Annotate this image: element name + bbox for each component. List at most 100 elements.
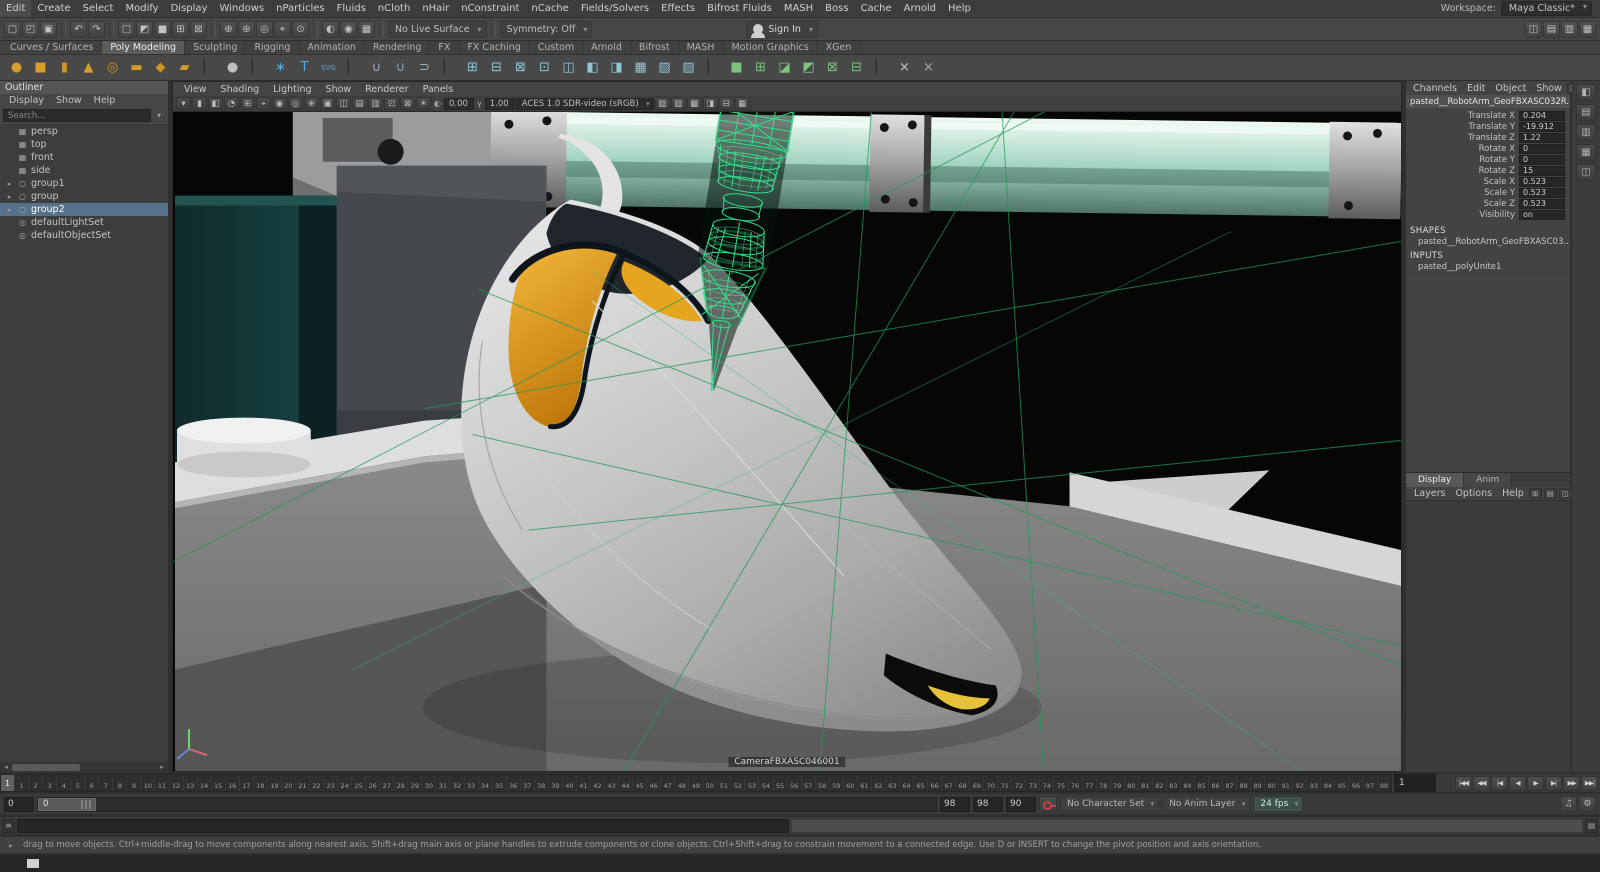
attribute-value-field[interactable]: 0.523 xyxy=(1519,187,1565,198)
viewport-toolbar-icon[interactable]: ◉ xyxy=(272,97,287,110)
viewport-toolbar-icon[interactable]: ◎ xyxy=(288,97,303,110)
file-icon[interactable]: ▣ xyxy=(40,20,57,38)
shelf-tool-icon[interactable]: ▬ xyxy=(125,56,148,79)
undo-redo-icon[interactable]: ↷ xyxy=(88,20,105,38)
shelf-tool-icon[interactable]: ⊟ xyxy=(485,56,508,79)
colorspace-dropdown[interactable]: ACES 1.0 SDR-video (sRGB) xyxy=(515,97,654,110)
layer-editor-menu-item[interactable]: Layers xyxy=(1409,488,1450,499)
channel-attribute-row[interactable]: Scale Y 0.523 xyxy=(1406,187,1570,198)
outliner-menu-item[interactable]: Show xyxy=(50,95,88,106)
shelf-tab[interactable]: XGen xyxy=(818,41,861,54)
playback-button[interactable]: ◀◀ xyxy=(1473,775,1490,791)
selection-mode-icon[interactable]: ⊞ xyxy=(172,20,189,38)
shelf-tool-icon[interactable]: ⊡ xyxy=(533,56,556,79)
outliner-item[interactable]: ▸ ○ group2 xyxy=(0,203,168,216)
shelf-tab[interactable]: Sculpting xyxy=(185,41,247,54)
menu-item[interactable]: Display xyxy=(165,0,214,17)
gamma-field[interactable]: 1.00 xyxy=(484,97,515,110)
animation-end-field[interactable]: 98 xyxy=(973,796,1003,812)
channel-attribute-row[interactable]: Rotate Y 0 xyxy=(1406,154,1570,165)
outliner-item[interactable]: ◎ defaultObjectSet xyxy=(0,229,168,242)
new-layer-icon[interactable]: ⊞ xyxy=(1528,488,1542,499)
live-surface-field[interactable]: No Live Surface xyxy=(388,20,487,38)
shelf-tab[interactable]: Curves / Surfaces xyxy=(2,41,103,54)
menu-item[interactable]: Fluids xyxy=(331,0,372,17)
viewport-toolbar-icon[interactable]: ◔ xyxy=(224,97,239,110)
outliner-item[interactable]: ▸ ○ group1 xyxy=(0,177,168,190)
playback-button[interactable]: ▶▶| xyxy=(1581,775,1598,791)
channel-box-menu-item[interactable]: Object xyxy=(1490,83,1531,94)
snap-icon[interactable]: ⌖ xyxy=(274,20,291,38)
viewport-toolbar-icon[interactable]: ⌖ xyxy=(256,97,271,110)
panel-layout-icon[interactable]: ◫ xyxy=(1525,20,1542,38)
shelf-tool-icon[interactable]: ◆ xyxy=(149,56,172,79)
menu-item[interactable]: Arnold xyxy=(898,0,942,17)
shelf-tool-icon[interactable]: ⊞ xyxy=(749,56,772,79)
shape-node-name[interactable]: pasted__RobotArm_GeoFBXASC03... xyxy=(1406,237,1570,248)
viewport-scene[interactable]: CameraFBXASC046001 xyxy=(173,112,1401,771)
outliner-hscrollbar[interactable]: ◂ ▸ xyxy=(0,762,168,772)
attribute-value-field[interactable]: 0 xyxy=(1519,154,1565,165)
attribute-value-field[interactable]: 1.22 xyxy=(1519,132,1565,143)
shelf-tool-icon[interactable]: ◫ xyxy=(557,56,580,79)
menu-item[interactable]: MASH xyxy=(778,0,819,17)
viewport-toolbar-icon[interactable]: ▾ xyxy=(176,97,191,110)
render-icon[interactable]: ▦ xyxy=(358,20,375,38)
file-icon[interactable]: ▢ xyxy=(4,20,21,38)
menu-item[interactable]: Create xyxy=(31,0,76,17)
workspace-dropdown[interactable]: Maya Classic* xyxy=(1500,1,1592,16)
playback-button[interactable]: |◀ xyxy=(1491,775,1508,791)
layer-editor-tab[interactable]: Anim xyxy=(1464,473,1513,487)
attribute-value-field[interactable]: on xyxy=(1519,209,1565,220)
shelf-tool-icon[interactable]: ■ xyxy=(29,56,52,79)
viewport-menu-item[interactable]: Shading xyxy=(214,84,267,95)
shelf-tool-icon[interactable]: ■ xyxy=(725,56,748,79)
viewport-toolbar-icon[interactable]: ⊟ xyxy=(718,97,734,110)
anim-layer-dropdown[interactable]: No Anim Layer xyxy=(1162,796,1251,812)
playback-option-icon[interactable]: ⚙ xyxy=(1579,796,1596,812)
menu-item[interactable]: Modify xyxy=(119,0,164,17)
white-container[interactable] xyxy=(176,417,311,478)
shelf-tool-icon[interactable]: ◧ xyxy=(581,56,604,79)
current-frame-marker[interactable]: 1 xyxy=(1,775,14,791)
shelf-tool-icon[interactable]: ∪ xyxy=(389,56,412,79)
sidebar-toggle-icon[interactable]: ▥ xyxy=(1576,124,1596,141)
selection-mode-icon[interactable]: ■ xyxy=(154,20,171,38)
menu-item[interactable]: Boss xyxy=(819,0,854,17)
channel-attribute-row[interactable]: Rotate X 0 xyxy=(1406,143,1570,154)
shelf-tool-icon[interactable]: ◪ xyxy=(773,56,796,79)
playback-button[interactable]: ◀ xyxy=(1509,775,1526,791)
command-input-field[interactable] xyxy=(17,818,789,833)
playback-button[interactable]: ▶| xyxy=(1545,775,1562,791)
viewport-toolbar-icon[interactable]: ▥ xyxy=(368,97,383,110)
shelf-tool-icon[interactable]: SVG xyxy=(317,56,340,79)
symmetry-field[interactable]: Symmetry: Off xyxy=(499,20,593,38)
shelf-tab[interactable]: FX Caching xyxy=(459,41,530,54)
menu-item[interactable]: Windows xyxy=(213,0,270,17)
range-handle-grip[interactable] xyxy=(81,799,91,809)
outliner-item[interactable]: ▦ side xyxy=(0,164,168,177)
undo-redo-icon[interactable]: ↶ xyxy=(70,20,87,38)
shelf-tool-icon[interactable]: ⊞ xyxy=(461,56,484,79)
outliner-item[interactable]: ▦ front xyxy=(0,151,168,164)
viewport-toolbar-icon[interactable]: ▮ xyxy=(192,97,207,110)
expander-icon[interactable]: ▸ xyxy=(5,180,14,188)
shelf-tool-icon[interactable]: ⊟ xyxy=(845,56,868,79)
attribute-value-field[interactable]: 0.523 xyxy=(1519,176,1565,187)
file-icon[interactable]: ◰ xyxy=(22,20,39,38)
shelf-tool-icon[interactable]: ▦ xyxy=(629,56,652,79)
snap-icon[interactable]: ◎ xyxy=(256,20,273,38)
outliner-item[interactable]: ▦ top xyxy=(0,138,168,151)
layer-editor-tab[interactable]: Display xyxy=(1406,473,1465,487)
shelf-tool-icon[interactable]: ▨ xyxy=(677,56,700,79)
shelf-tool-icon[interactable]: ◩ xyxy=(797,56,820,79)
outliner-menu-item[interactable]: Help xyxy=(88,95,122,106)
attribute-value-field[interactable]: 0 xyxy=(1519,143,1565,154)
selected-object-name[interactable]: pasted__RobotArm_GeoFBXASC032R... xyxy=(1406,95,1570,108)
menu-item[interactable]: Bifrost Fluids xyxy=(701,0,778,17)
shelf-tab[interactable]: Animation xyxy=(299,41,365,54)
viewport-menu-item[interactable]: Show xyxy=(319,84,359,95)
animation-start-field[interactable]: 0 xyxy=(4,796,34,812)
layer-list-empty[interactable] xyxy=(1406,500,1570,772)
viewport-toolbar-icon[interactable]: ▣ xyxy=(320,97,335,110)
